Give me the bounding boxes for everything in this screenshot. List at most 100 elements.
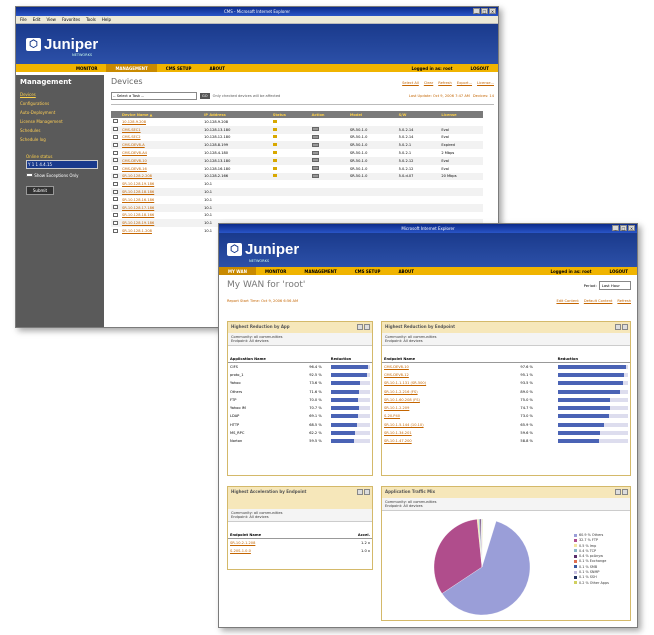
row-name[interactable]: CMS-DEV8-10 <box>382 363 518 371</box>
row-checkbox[interactable] <box>113 173 118 178</box>
refresh-link-2[interactable]: Refresh <box>617 299 631 303</box>
nav-management[interactable]: MANAGEMENT <box>106 64 157 72</box>
col-model[interactable]: Model <box>347 111 397 118</box>
row-checkbox[interactable] <box>113 220 118 225</box>
edit-panel-button[interactable] <box>357 489 363 495</box>
edit-panel-button[interactable] <box>357 324 363 330</box>
logout-link[interactable]: LOGOUT <box>462 66 498 71</box>
action-icon[interactable] <box>311 134 319 139</box>
select-all-link[interactable]: Select All <box>402 81 419 85</box>
device-name[interactable]: SR-10.128.19.186 <box>120 180 202 188</box>
row-checkbox[interactable] <box>113 181 118 186</box>
table-row[interactable]: SR-10.128.19.186 10.1 <box>111 180 483 188</box>
default-content-link[interactable]: Default Content <box>584 299 613 303</box>
device-name[interactable]: SR-10.128.1.208 <box>120 227 202 235</box>
table-row[interactable]: SR-10.128.17.186 10.1 <box>111 203 483 212</box>
menu-favorites[interactable]: Favorites <box>62 16 80 23</box>
row-name[interactable]: CMS-DEV8-12 <box>382 371 518 379</box>
go-button[interactable]: GO <box>200 93 210 99</box>
device-name[interactable]: SR-10.128.16.186 <box>120 196 202 204</box>
table-row[interactable]: CMS-DEV8-A4 10.128.4.180 SR-50-1.0 5.0.2.1 2… <box>111 149 483 157</box>
menu-help[interactable]: Help <box>102 16 111 23</box>
row-name[interactable]: SR-10.1.2.216 (FS) <box>382 387 518 395</box>
close-panel-button[interactable] <box>364 324 370 330</box>
close-button[interactable]: × <box>489 8 496 14</box>
action-icon[interactable] <box>311 173 319 178</box>
row-checkbox[interactable] <box>113 189 118 194</box>
edit-content-link[interactable]: Edit Content <box>556 299 578 303</box>
table-row[interactable]: CMS-SEC1 10.128.13.180 SR-50-1.0 5.0.2.14 Ev… <box>111 125 483 134</box>
row-name[interactable]: SR-10.1.47.200 <box>382 437 518 445</box>
row-checkbox[interactable] <box>113 119 118 124</box>
row-name[interactable]: SR-10.1.2.209 <box>382 404 518 412</box>
period-select[interactable]: Last Hour <box>598 280 631 290</box>
table-row[interactable]: CMS-DEV8-16 10.128.16.180 SR-50-1.0 5.0.2.1… <box>111 165 483 173</box>
minimize-button-2[interactable]: _ <box>612 225 619 231</box>
table-row[interactable]: CMS-DEV8-10 10.128.13.180 SR-50-1.0 5.0.2.1… <box>111 156 483 165</box>
col-license[interactable]: License <box>439 111 483 118</box>
col-sw[interactable]: S/W <box>396 111 440 118</box>
row-checkbox[interactable] <box>113 166 118 171</box>
action-icon[interactable] <box>311 127 319 132</box>
nav-management-2[interactable]: MANAGEMENT <box>295 269 345 274</box>
exceptions-checkbox[interactable] <box>26 173 33 177</box>
edit-panel-button[interactable] <box>615 324 621 330</box>
table-row[interactable]: 10.128.9.208 10.128.9.208 <box>111 118 483 126</box>
device-name[interactable]: CMS-DEV8-A <box>120 141 203 150</box>
row-checkbox[interactable] <box>113 158 118 163</box>
action-icon[interactable] <box>311 166 319 171</box>
maximize-button[interactable]: □ <box>481 8 488 14</box>
sidebar-item-license-management[interactable]: License Management <box>16 117 104 126</box>
device-name[interactable]: SR-10.128.19.186 <box>120 219 203 228</box>
action-icon[interactable] <box>311 142 319 147</box>
row-checkbox[interactable] <box>113 228 118 233</box>
nav-monitor[interactable]: MONITOR <box>16 66 106 71</box>
nav-monitor-2[interactable]: MONITOR <box>256 269 295 274</box>
table-row[interactable]: SR-10.128.2.208 10.128.2.166 SR-50-1.0 5.0.… <box>111 172 483 181</box>
sidebar-item-configurations[interactable]: Configurations <box>16 99 104 108</box>
sidebar-item-devices[interactable]: Devices <box>16 90 104 99</box>
nav-my-wan[interactable]: MY WAN <box>219 267 256 275</box>
device-name[interactable]: CMS-DEV8-16 <box>120 165 202 173</box>
minimize-button[interactable]: _ <box>473 8 480 14</box>
export-link[interactable]: Export... <box>457 81 472 85</box>
row-checkbox[interactable] <box>113 212 118 217</box>
table-row[interactable]: SR-10.128.18.166 10.1 <box>111 212 483 220</box>
table-row[interactable]: CMS-DEV8-A 10.128.8.199 SR-50-1.0 5.0.2.1 Ex… <box>111 141 483 150</box>
logout-link-2[interactable]: LOGOUT <box>601 269 637 274</box>
nav-about[interactable]: ABOUT <box>200 66 234 71</box>
table-row[interactable]: CMS-SEC2 10.128.12.180 SR-50-1.0 5.0.2.14 Ev… <box>111 134 483 142</box>
submit-button[interactable]: Submit <box>26 186 54 195</box>
col-device-name[interactable]: Device Name ▲ <box>120 111 203 118</box>
clear-link[interactable]: Clear <box>424 81 433 85</box>
close-panel-button[interactable] <box>622 489 628 495</box>
row-checkbox[interactable] <box>113 142 118 147</box>
menu-edit[interactable]: Edit <box>33 16 41 23</box>
sidebar-item-auto-deployment[interactable]: Auto-Deployment <box>16 108 104 117</box>
row-name[interactable]: SR-10.1.5.144 (10.10) <box>382 421 518 429</box>
close-button-2[interactable]: × <box>628 225 635 231</box>
nav-cms-setup-2[interactable]: CMS SETUP <box>346 269 390 274</box>
action-icon[interactable] <box>311 150 319 155</box>
sidebar-item-schedule-log[interactable]: Schedule log <box>16 135 104 144</box>
row-checkbox[interactable] <box>113 197 118 202</box>
row-name[interactable]: SR-10.2.1.208 <box>228 539 327 547</box>
menu-view[interactable]: View <box>46 16 56 23</box>
device-name[interactable]: CMS-SEC2 <box>120 134 202 142</box>
device-name[interactable]: SR-10.128.17.186 <box>120 203 203 212</box>
close-panel-button[interactable] <box>364 489 370 495</box>
row-name[interactable]: S-20.P40 <box>382 412 518 420</box>
device-name[interactable]: SR-10.128.18.186 <box>120 188 203 196</box>
device-name[interactable]: CMS-DEV8-A4 <box>120 149 202 157</box>
online-status-select[interactable]: Y 1 1 4.4.15 <box>26 160 98 169</box>
license-link[interactable]: License... <box>477 81 494 85</box>
col-status[interactable]: Status <box>270 111 310 118</box>
menu-file[interactable]: File <box>20 16 27 23</box>
row-name[interactable]: SR-10.1.1.131 (SR-500) <box>382 379 518 387</box>
nav-about-2[interactable]: ABOUT <box>389 269 423 274</box>
table-row[interactable]: SR-10.128.18.186 10.1 <box>111 188 483 196</box>
col-ip-address[interactable]: IP Address <box>202 111 271 118</box>
device-name[interactable]: SR-10.128.18.166 <box>120 212 202 220</box>
device-name[interactable]: 10.128.9.208 <box>120 118 202 126</box>
menu-tools[interactable]: Tools <box>86 16 96 23</box>
